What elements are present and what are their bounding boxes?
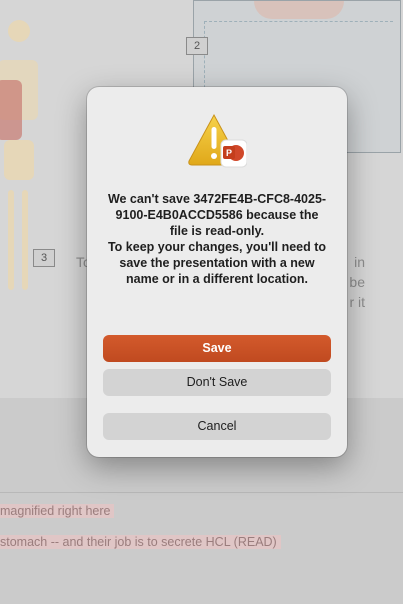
read-only-save-alert: P We can't save 3472FE4B-CFC8-4025-9100-… <box>87 87 347 457</box>
notes-divider <box>0 492 403 493</box>
slide-text-right-2: be <box>349 274 365 290</box>
diagram-number-badge: 2 <box>186 37 208 55</box>
note-line-1: magnified right here <box>0 504 115 518</box>
note-line-2: stomach -- and their job is to secrete H… <box>0 535 281 549</box>
save-button[interactable]: Save <box>103 335 331 362</box>
slide-number-badge: 3 <box>33 249 55 267</box>
alert-message-line-2: To keep your changes, you'll need to sav… <box>107 240 327 286</box>
warning-powerpoint-icon: P <box>187 113 248 169</box>
svg-text:P: P <box>226 148 232 158</box>
alert-message: We can't save 3472FE4B-CFC8-4025-9100-E4… <box>107 191 327 287</box>
dont-save-button[interactable]: Don't Save <box>103 369 331 396</box>
slide-text-right-3: r it <box>349 294 365 310</box>
slide-text-right-1: in <box>354 254 365 270</box>
alert-message-line-1: We can't save 3472FE4B-CFC8-4025-9100-E4… <box>107 192 327 238</box>
cancel-button[interactable]: Cancel <box>103 413 331 440</box>
